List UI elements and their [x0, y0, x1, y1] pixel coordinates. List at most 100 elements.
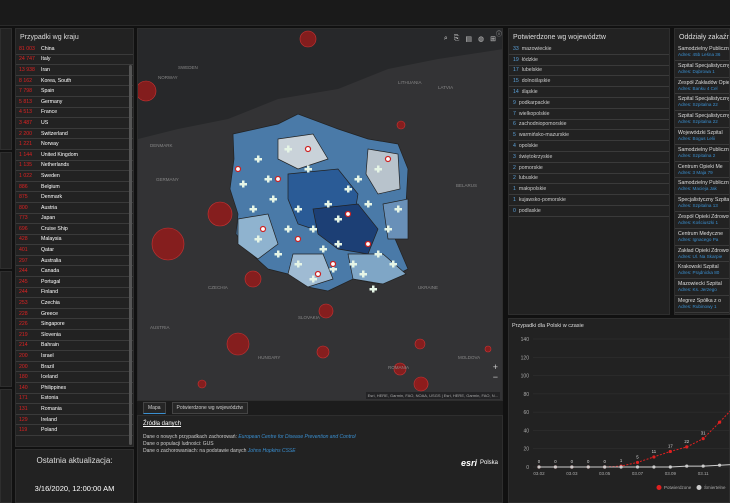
voivodeship-row[interactable]: 9 podkarpackie	[509, 98, 669, 109]
country-row[interactable]: 244 Canada	[16, 266, 133, 278]
data-point[interactable]	[553, 465, 558, 469]
data-point[interactable]	[685, 445, 689, 449]
hospital-item[interactable]: Szpital Specjalistyczny Adres: Szpitalna …	[675, 111, 729, 128]
hospital-item[interactable]: Samodzielny Publiczny Adres: 45b Leśna 36	[675, 44, 729, 61]
zoom-in-button[interactable]: +	[493, 362, 498, 372]
map-canvas[interactable]: NORWAYSWEDEN DENMARK LITHUANIA LATVIA BELARU…	[138, 29, 503, 401]
layers-icon[interactable]: ▤	[465, 35, 472, 43]
hospital-item[interactable]: Samodzielny Publiczny Adres: Szpitalna 2	[675, 145, 729, 162]
voivodeship-row[interactable]: 0 podlaskie	[509, 206, 669, 217]
country-row[interactable]: 253 Czechia	[16, 298, 133, 309]
voivodeship-row[interactable]: 6 zachodniopomorskie	[509, 120, 669, 131]
basemap-icon[interactable]: ◍	[478, 35, 484, 43]
case-circle[interactable]	[396, 120, 406, 130]
data-point[interactable]	[701, 464, 705, 468]
zoom-out-button[interactable]: −	[493, 372, 498, 382]
case-pin[interactable]	[304, 145, 312, 153]
country-row[interactable]: 1 144 United Kingdom	[16, 150, 133, 161]
voivodeship-row[interactable]: 33 mazowieckie	[509, 44, 669, 55]
data-point[interactable]	[537, 465, 541, 469]
case-pin[interactable]	[274, 175, 282, 183]
case-circle[interactable]	[316, 345, 330, 359]
hospital-item[interactable]: Zespół Zakładów Opieki Adres: Banku 4 Cel	[675, 78, 729, 95]
data-point[interactable]	[570, 465, 574, 469]
country-row[interactable]: 81 003 China	[16, 44, 133, 55]
case-circle[interactable]	[318, 303, 334, 319]
country-row[interactable]: 13 938 Iran	[16, 65, 133, 76]
country-row[interactable]: 24 747 Italy	[16, 55, 133, 66]
case-circle[interactable]	[414, 338, 426, 350]
data-point[interactable]	[701, 437, 705, 441]
country-row[interactable]: 219 Slovenia	[16, 330, 133, 341]
hospital-item[interactable]: Szpital Specjalistyczny Adres: Dąbrowa 1	[675, 61, 729, 78]
voivodeship-row[interactable]: 14 śląskie	[509, 87, 669, 98]
country-row[interactable]: 129 Ireland	[16, 415, 133, 426]
hospital-item[interactable]: Wojewódzki Szpital Adres: Bogus Lelii	[675, 128, 729, 145]
country-list-scrollbar[interactable]	[129, 65, 132, 445]
data-point[interactable]	[635, 465, 640, 469]
hospital-item[interactable]: Szpital Specjalistyczny Adres: Szpitalna …	[675, 94, 729, 112]
case-circle[interactable]	[151, 227, 185, 261]
hospital-item[interactable]: Mazowiecki Szpital Adres: Ks. Jerzego	[675, 279, 729, 296]
country-row[interactable]: 401 Qatar	[16, 245, 133, 256]
legend-label[interactable]: Śmiertelne	[704, 483, 726, 490]
bookmark-icon[interactable]: ⎘	[454, 35, 460, 43]
case-circle[interactable]	[207, 201, 233, 227]
case-circle[interactable]	[299, 30, 317, 48]
case-pin[interactable]	[234, 165, 242, 173]
ecdc-link[interactable]: European Centre for Disease Prevention a…	[238, 434, 355, 440]
country-row[interactable]: 886 Belgium	[16, 182, 133, 193]
data-point[interactable]	[668, 449, 672, 454]
country-row[interactable]: 297 Australia	[16, 256, 133, 267]
country-row[interactable]: 171 Estonia	[16, 394, 133, 405]
case-circle[interactable]	[484, 345, 492, 353]
country-row[interactable]: 214 Bahrain	[16, 341, 133, 352]
search-icon[interactable]: ⌕	[444, 35, 448, 43]
hospital-item[interactable]: Samodzielny Publiczny w KrakowieAdres: M…	[675, 178, 729, 196]
hospital-item[interactable]: Krakowski Szpital Adres: Prądnicka 80	[675, 262, 729, 280]
sources-title[interactable]: Źródła danych	[143, 421, 497, 427]
legend-label[interactable]: Potwierdzone	[664, 485, 692, 490]
country-row[interactable]: 200 Brazil	[16, 362, 133, 373]
data-point[interactable]	[717, 420, 722, 424]
data-point[interactable]	[586, 465, 590, 469]
country-row[interactable]: 5 813 Germany	[16, 97, 133, 108]
voivodeship-row[interactable]: 15 dolnośląskie	[509, 76, 669, 88]
data-point[interactable]	[717, 463, 722, 467]
country-row[interactable]: 200 Israel	[16, 351, 133, 362]
country-row[interactable]: 244 Finland	[16, 288, 133, 299]
country-row[interactable]: 2 200 Switzerland	[16, 129, 133, 140]
voivodeship-row[interactable]: 1 kujawsko-pomorskie	[509, 195, 669, 206]
voivodeship-row[interactable]: 19 łódzkie	[509, 55, 669, 66]
map-view[interactable]: NORWAY SWEDEN DENMARK LITHUANIA LATVIA BELARU…	[137, 28, 503, 401]
country-row[interactable]: 245 Portugal	[16, 277, 133, 288]
case-pin[interactable]	[364, 240, 372, 248]
data-point[interactable]	[619, 465, 623, 469]
hospital-item[interactable]: Zespół Opieki ZdrowotnejAdres: Szpitalna…	[675, 313, 729, 314]
country-row[interactable]: 140 Philippines	[16, 383, 133, 394]
case-pin[interactable]	[294, 235, 302, 243]
data-point[interactable]	[603, 465, 607, 469]
data-point[interactable]	[668, 465, 672, 469]
country-row[interactable]: 7 798 Spain	[16, 86, 133, 97]
case-circle[interactable]	[197, 379, 207, 389]
country-row[interactable]: 1 022 Sweden	[16, 171, 133, 182]
voivodeship-row[interactable]: 2 pomorskie	[509, 163, 669, 174]
case-pin[interactable]	[384, 155, 392, 163]
country-row[interactable]: 228 Greece	[16, 309, 133, 320]
voivodeship-row[interactable]: 1 małopolskie	[509, 184, 669, 196]
tab-map[interactable]: Mapa	[143, 402, 166, 414]
hospital-item[interactable]: Zespół Opieki ZdrowotnejAdres: Kościuszk…	[675, 212, 729, 229]
hospital-item[interactable]: Centrum Opieki Me Adres: 3 Maja 79	[675, 162, 729, 179]
case-pin[interactable]	[259, 225, 267, 233]
hospital-item[interactable]: Specjalistyczny Szpital Adres: Szpitalna …	[675, 195, 729, 212]
country-row[interactable]: 875 Denmark	[16, 192, 133, 203]
data-point[interactable]	[685, 464, 689, 468]
case-circle[interactable]	[226, 332, 250, 356]
country-row[interactable]: 119 Poland	[16, 425, 133, 436]
country-row[interactable]: 696 Cruise Ship	[16, 224, 133, 235]
hospital-item[interactable]: Zakład Opieki ZdrowotnejAdres: Ul. Na Sk…	[675, 246, 729, 263]
case-pin[interactable]	[329, 260, 337, 268]
voivodeship-row[interactable]: 7 wielkopolskie	[509, 109, 669, 120]
hospital-item[interactable]: Centrum Medyczne Adres: Ignacego Pa	[675, 229, 729, 246]
